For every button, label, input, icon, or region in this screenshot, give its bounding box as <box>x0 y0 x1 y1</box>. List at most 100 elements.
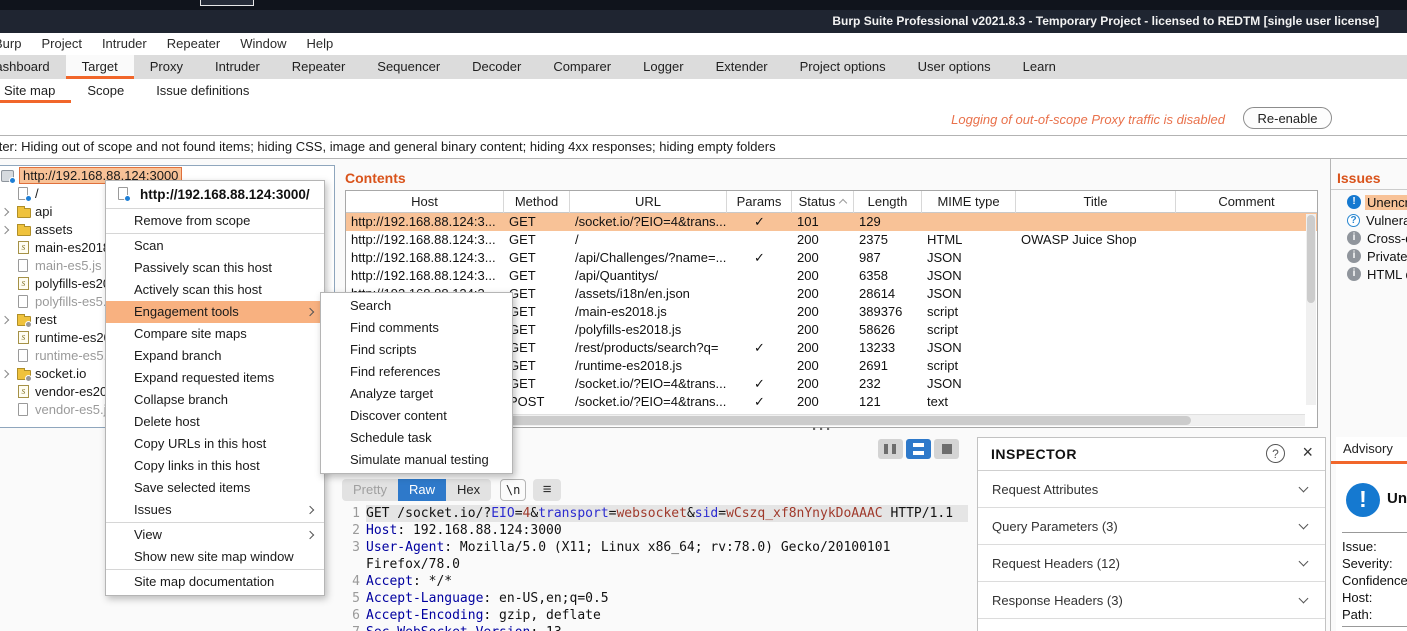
help-icon[interactable]: ? <box>1266 444 1285 463</box>
request-line[interactable]: 4Accept: */* <box>340 573 972 590</box>
tab-sequencer[interactable]: Sequencer <box>361 55 456 79</box>
column-header-title[interactable]: Title <box>1016 191 1176 213</box>
scrollbar-thumb[interactable] <box>1307 215 1315 303</box>
cell-host: http://192.168.88.124:3... <box>346 249 504 267</box>
request-line[interactable]: 6Accept-Encoding: gzip, deflate <box>340 607 972 624</box>
submenu-item-discover-content[interactable]: Discover content <box>321 405 512 427</box>
submenu-item-schedule-task[interactable]: Schedule task <box>321 427 512 449</box>
vertical-scrollbar[interactable] <box>1306 214 1316 405</box>
menu-window[interactable]: Window <box>230 33 296 55</box>
subtab-scope[interactable]: Scope <box>71 79 140 103</box>
context-menu-item-passively-scan-this-host[interactable]: Passively scan this host <box>106 257 324 279</box>
context-menu-item-expand-branch[interactable]: Expand branch <box>106 345 324 367</box>
request-line[interactable]: 2Host: 192.168.88.124:3000 <box>340 522 972 539</box>
tab-logger[interactable]: Logger <box>627 55 699 79</box>
context-menu-item-copy-urls-in-this-host[interactable]: Copy URLs in this host <box>106 433 324 455</box>
context-menu-item-copy-links-in-this-host[interactable]: Copy links in this host <box>106 455 324 477</box>
context-menu-item-show-new-site-map-window[interactable]: Show new site map window <box>106 546 324 568</box>
submenu-item-search[interactable]: Search <box>321 295 512 317</box>
tab-repeater[interactable]: Repeater <box>276 55 361 79</box>
request-line[interactable]: 7Sec-WebSocket-Version: 13 <box>340 624 972 631</box>
expand-chevron-icon[interactable] <box>1 226 9 234</box>
context-menu-item-issues[interactable]: Issues <box>106 499 324 521</box>
context-menu-item-collapse-branch[interactable]: Collapse branch <box>106 389 324 411</box>
menu-repeater[interactable]: Repeater <box>157 33 230 55</box>
issue-item-private-ip-addresses-disclosed[interactable]: iPrivate IP addresses disclosed <box>1331 247 1407 265</box>
tab-learn[interactable]: Learn <box>1007 55 1072 79</box>
show-newlines-button[interactable]: \n <box>500 479 526 501</box>
submenu-item-find-comments[interactable]: Find comments <box>321 317 512 339</box>
request-line[interactable]: 3User-Agent: Mozilla/5.0 (X11; Linux x86… <box>340 539 972 573</box>
column-header-params[interactable]: Params <box>727 191 792 213</box>
issue-item-vulnerable-javascript-dependency[interactable]: ?Vulnerable JavaScript dependency <box>1331 211 1407 229</box>
table-row[interactable]: http://192.168.88.124:3...GET/socket.io/… <box>346 213 1317 231</box>
menu-help[interactable]: Help <box>296 33 343 55</box>
tab-advisory[interactable]: Advisory <box>1343 441 1393 456</box>
column-header-host[interactable]: Host <box>346 191 504 213</box>
submenu-item-find-scripts[interactable]: Find scripts <box>321 339 512 361</box>
context-menu-item-site-map-documentation[interactable]: Site map documentation <box>106 571 324 593</box>
rows-layout-button[interactable] <box>906 439 931 459</box>
tab-project-options[interactable]: Project options <box>784 55 902 79</box>
menu-intruder[interactable]: Intruder <box>92 33 157 55</box>
columns-layout-button[interactable] <box>878 439 903 459</box>
tab-comparer[interactable]: Comparer <box>537 55 627 79</box>
raw-request-editor[interactable]: 1GET /socket.io/?EIO=4&transport=websock… <box>340 505 972 631</box>
request-line[interactable]: 5Accept-Language: en-US,en;q=0.5 <box>340 590 972 607</box>
issue-item-html-does-not-specify-charset[interactable]: iHTML does not specify charset <box>1331 265 1407 283</box>
inspector-section-query-parameters-3[interactable]: Query Parameters (3) <box>978 508 1325 545</box>
issue-item-cross-domain-script-include[interactable]: iCross-domain script include <box>1331 229 1407 247</box>
tree-node-label: socket.io <box>35 366 86 381</box>
view-tab-raw[interactable]: Raw <box>398 479 446 501</box>
submenu-item-find-references[interactable]: Find references <box>321 361 512 383</box>
inspector-section-request-headers-12[interactable]: Request Headers (12) <box>978 545 1325 582</box>
context-menu-item-compare-site-maps[interactable]: Compare site maps <box>106 323 324 345</box>
editor-menu-button[interactable]: ≡ <box>533 479 561 501</box>
tab-user-options[interactable]: User options <box>902 55 1007 79</box>
expand-chevron-icon[interactable] <box>1 370 9 378</box>
menu-burp[interactable]: Burp <box>0 33 31 55</box>
folder-icon <box>17 222 34 238</box>
context-menu-item-save-selected-items[interactable]: Save selected items <box>106 477 324 499</box>
tab-intruder[interactable]: Intruder <box>199 55 276 79</box>
table-row[interactable]: http://192.168.88.124:3...GET/2002375HTM… <box>346 231 1317 249</box>
request-line[interactable]: 1GET /socket.io/?EIO=4&transport=websock… <box>340 505 972 522</box>
view-tab-hex[interactable]: Hex <box>446 479 491 501</box>
tab-decoder[interactable]: Decoder <box>456 55 537 79</box>
re-enable-button[interactable]: Re-enable <box>1243 107 1332 129</box>
table-row[interactable]: http://192.168.88.124:3...GET/api/Challe… <box>346 249 1317 267</box>
column-header-comment[interactable]: Comment <box>1176 191 1317 213</box>
splitter-handle[interactable]: ··· <box>812 421 833 438</box>
expand-chevron-icon[interactable] <box>1 316 9 324</box>
context-menu-item-delete-host[interactable]: Delete host <box>106 411 324 433</box>
column-header-method[interactable]: Method <box>504 191 570 213</box>
single-layout-button[interactable] <box>934 439 959 459</box>
filter-bar[interactable]: Filter: Hiding out of scope and not foun… <box>0 135 1407 159</box>
menu-project[interactable]: Project <box>31 33 91 55</box>
subtab-site-map[interactable]: Site map <box>0 79 71 103</box>
context-menu-item-scan[interactable]: Scan <box>106 235 324 257</box>
context-menu-item-view[interactable]: View <box>106 524 324 546</box>
column-header-mime-type[interactable]: MIME type <box>922 191 1016 213</box>
column-header-length[interactable]: Length <box>854 191 922 213</box>
view-tab-pretty[interactable]: Pretty <box>342 479 398 501</box>
inspector-section-request-attributes[interactable]: Request Attributes <box>978 471 1325 508</box>
context-menu-item-engagement-tools[interactable]: Engagement tools <box>106 301 324 323</box>
tab-proxy[interactable]: Proxy <box>134 55 199 79</box>
column-header-url[interactable]: URL <box>570 191 727 213</box>
expand-chevron-icon[interactable] <box>1 208 9 216</box>
issue-item-unencrypted-communications[interactable]: !Unencrypted communications <box>1331 193 1407 211</box>
context-menu-item-expand-requested-items[interactable]: Expand requested items <box>106 367 324 389</box>
close-icon[interactable]: × <box>1302 442 1313 463</box>
submenu-item-analyze-target[interactable]: Analyze target <box>321 383 512 405</box>
tab-extender[interactable]: Extender <box>700 55 784 79</box>
submenu-item-simulate-manual-testing[interactable]: Simulate manual testing <box>321 449 512 471</box>
tab-target[interactable]: Target <box>66 55 134 79</box>
inspector-section-response-headers-3[interactable]: Response Headers (3) <box>978 582 1325 619</box>
context-menu-item-remove-from-scope[interactable]: Remove from scope <box>106 210 324 232</box>
column-header-status[interactable]: Status <box>792 191 854 213</box>
table-row[interactable]: http://192.168.88.124:3...GET/api/Quanti… <box>346 267 1317 285</box>
tab-dashboard[interactable]: Dashboard <box>0 55 66 79</box>
context-menu-item-actively-scan-this-host[interactable]: Actively scan this host <box>106 279 324 301</box>
subtab-issue-definitions[interactable]: Issue definitions <box>140 79 265 103</box>
